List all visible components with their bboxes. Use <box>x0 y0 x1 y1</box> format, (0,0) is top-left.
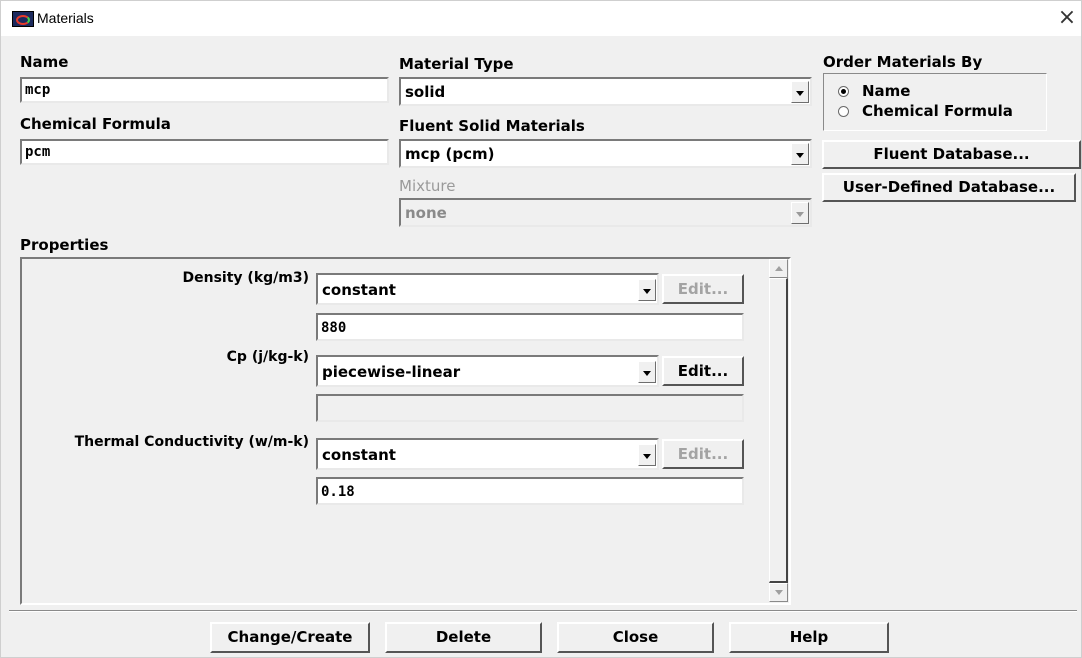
scroll-up-icon[interactable] <box>769 259 788 278</box>
radio-name-label[interactable]: Name <box>862 82 910 100</box>
chevron-down-icon[interactable] <box>638 279 656 301</box>
name-input[interactable]: mcp <box>20 77 389 103</box>
materials-dialog: Materials × Name mcp Chemical Formula pc… <box>0 0 1082 658</box>
material-type-select[interactable]: solid <box>399 77 812 106</box>
cp-label: Cp (j/kg-k) <box>226 349 309 365</box>
fluent-solid-materials-label: Fluent Solid Materials <box>399 117 585 135</box>
mixture-value: none <box>405 204 447 222</box>
close-button[interactable]: Close <box>557 622 714 653</box>
fluent-solid-materials-select[interactable]: mcp (pcm) <box>399 139 812 168</box>
chevron-down-icon[interactable] <box>791 143 809 165</box>
mixture-select: none <box>399 198 812 227</box>
window-title: Materials <box>37 10 94 26</box>
density-method-value: constant <box>322 281 396 299</box>
order-by-group: Name Chemical Formula <box>823 73 1047 131</box>
chemical-formula-input[interactable]: pcm <box>20 139 389 165</box>
fluent-database-button[interactable]: Fluent Database... <box>822 140 1081 169</box>
chevron-down-icon[interactable] <box>638 361 656 383</box>
user-defined-database-button[interactable]: User-Defined Database... <box>822 173 1076 202</box>
chemical-formula-label: Chemical Formula <box>20 115 171 133</box>
thermal-conductivity-method-select[interactable]: constant <box>316 438 659 470</box>
thermal-conductivity-value-input[interactable]: 0.18 <box>316 477 744 505</box>
title-bar: Materials × <box>1 1 1081 36</box>
scroll-thumb[interactable] <box>769 278 788 583</box>
radio-chemical-formula-label[interactable]: Chemical Formula <box>862 102 1013 120</box>
fluent-app-icon <box>12 11 34 27</box>
delete-button[interactable]: Delete <box>385 622 542 653</box>
change-create-button[interactable]: Change/Create <box>210 622 370 653</box>
cp-edit-button[interactable]: Edit... <box>662 356 744 386</box>
chevron-down-icon[interactable] <box>638 444 656 466</box>
help-button[interactable]: Help <box>729 622 889 653</box>
radio-chemical-formula[interactable] <box>838 106 849 117</box>
density-edit-button: Edit... <box>662 274 744 304</box>
density-label: Density (kg/m3) <box>182 270 309 286</box>
properties-label: Properties <box>20 236 109 254</box>
chevron-down-icon <box>791 202 809 224</box>
density-method-select[interactable]: constant <box>316 273 659 305</box>
cp-method-value: piecewise-linear <box>322 363 461 381</box>
radio-name[interactable] <box>838 86 849 97</box>
cp-value-input <box>316 394 744 422</box>
close-icon[interactable]: × <box>1055 6 1079 30</box>
fluent-solid-materials-value: mcp (pcm) <box>405 145 495 163</box>
thermal-conductivity-edit-button: Edit... <box>662 439 744 469</box>
chevron-down-icon[interactable] <box>791 81 809 103</box>
properties-panel <box>20 257 791 605</box>
material-type-value: solid <box>405 83 446 101</box>
thermal-conductivity-label: Thermal Conductivity (w/m-k) <box>74 434 309 450</box>
order-materials-by-label: Order Materials By <box>823 53 983 71</box>
material-type-label: Material Type <box>399 55 514 73</box>
scroll-down-icon[interactable] <box>769 583 788 602</box>
mixture-label: Mixture <box>399 177 456 195</box>
cp-method-select[interactable]: piecewise-linear <box>316 355 659 387</box>
thermal-conductivity-method-value: constant <box>322 446 396 464</box>
button-separator <box>9 610 1077 612</box>
density-value-input[interactable]: 880 <box>316 313 744 341</box>
properties-scrollbar[interactable] <box>769 259 788 603</box>
name-label: Name <box>20 53 69 71</box>
